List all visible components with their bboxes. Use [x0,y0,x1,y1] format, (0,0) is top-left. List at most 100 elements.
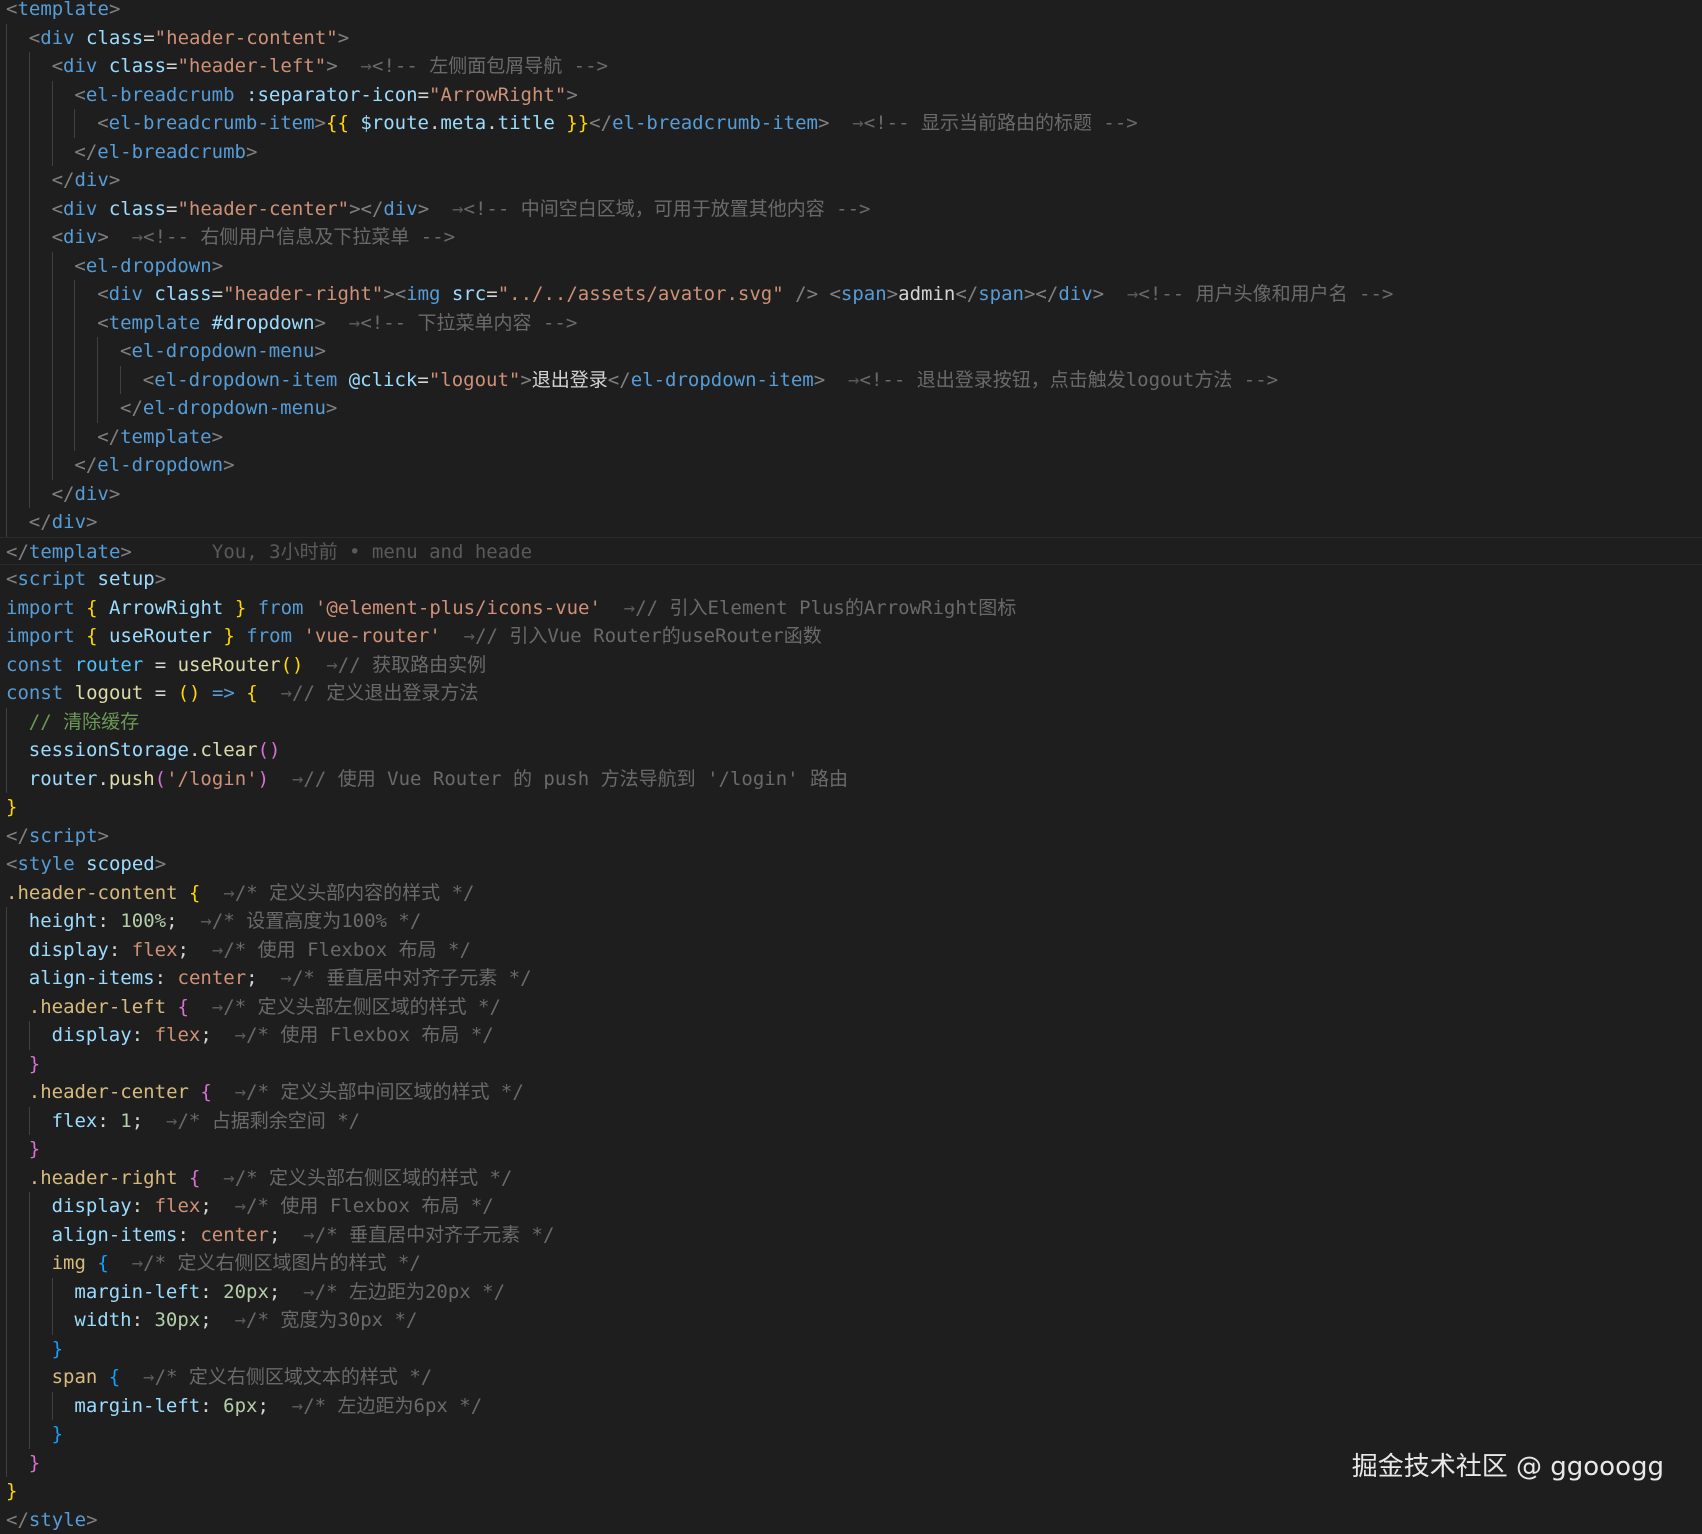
code-token: < [52,198,63,220]
code-token: > [418,198,429,220]
code-line[interactable]: </div> [0,508,1702,537]
code-text: import { ArrowRight } from '@element-plu… [6,594,1016,623]
code-editor[interactable]: <template><div class="header-content"><d… [0,0,1702,1529]
code-token: // 清除缓存 [29,711,139,733]
code-token: <!-- 下拉菜单内容 --> [360,312,577,334]
code-text: <div class="header-right"><img src="../.… [97,280,1393,309]
code-line[interactable]: } [0,1050,1702,1079]
code-line[interactable]: const router = useRouter() →// 获取路由实例 [0,651,1702,680]
indent-guide [29,423,30,452]
code-token: < [97,312,108,334]
code-line[interactable]: .header-center { →/* 定义头部中间区域的样式 */ [0,1078,1702,1107]
code-line[interactable]: .header-content { →/* 定义头部内容的样式 */ [0,879,1702,908]
code-line[interactable]: router.push('/login') →// 使用 Vue Router … [0,765,1702,794]
code-line[interactable]: } [0,1335,1702,1364]
indent-guide [6,1363,7,1392]
code-line[interactable]: span { →/* 定义右侧区域文本的样式 */ [0,1363,1702,1392]
code-line[interactable]: flex: 1; →/* 占据剩余空间 */ [0,1107,1702,1136]
code-line[interactable]: <div class="header-right"><img src="../.… [0,280,1702,309]
code-token: () [258,739,281,761]
code-token: 20px [223,1281,269,1303]
code-token: header-right [235,283,372,305]
code-line[interactable]: </template> You, 3小时前 • menu and heade [0,537,1702,566]
code-line[interactable]: <el-breadcrumb-item>{{ $route.meta.title… [0,109,1702,138]
code-token: { [189,1081,212,1103]
code-line[interactable]: <el-dropdown-menu> [0,337,1702,366]
code-line[interactable]: margin-left: 6px; →/* 左边距为6px */ [0,1392,1702,1421]
code-line[interactable]: <div class="header-content"> [0,24,1702,53]
indent-guide [6,993,7,1022]
code-token: ; [132,1110,143,1132]
tab-arrow-icon: → [200,1167,234,1189]
code-line[interactable]: <template> [0,0,1702,24]
code-token: : [132,1309,155,1331]
code-line[interactable]: </el-breadcrumb> [0,138,1702,167]
code-line[interactable]: } [0,1420,1702,1449]
code-line[interactable]: margin-left: 20px; →/* 左边距为20px */ [0,1278,1702,1307]
code-line[interactable]: <style scoped> [0,850,1702,879]
code-line[interactable]: </div> [0,480,1702,509]
code-token: /* 左边距为6px */ [303,1395,482,1417]
indent-guide [29,1221,30,1250]
code-line[interactable]: <el-dropdown> [0,252,1702,281]
code-token: // 引入Vue Router的useRouter函数 [475,625,822,647]
code-line[interactable]: <div class="header-left"> →<!-- 左侧面包屑导航 … [0,52,1702,81]
code-line[interactable]: <el-breadcrumb :separator-icon="ArrowRig… [0,81,1702,110]
code-line[interactable]: display: flex; →/* 使用 Flexbox 布局 */ [0,1192,1702,1221]
code-line[interactable]: <el-dropdown-item @click="logout">退出登录</… [0,366,1702,395]
code-text: <script setup> [6,565,166,594]
code-token: template [109,312,201,334]
code-line[interactable]: align-items: center; →/* 垂直居中对齐子元素 */ [0,1221,1702,1250]
code-line[interactable]: const logout = () => { →// 定义退出登录方法 [0,679,1702,708]
code-line[interactable]: } [0,793,1702,822]
code-line[interactable]: <script setup> [0,565,1702,594]
code-line[interactable]: align-items: center; →/* 垂直居中对齐子元素 */ [0,964,1702,993]
indent-guide [6,1420,7,1449]
code-token: 30px [154,1309,200,1331]
code-line[interactable]: display: flex; →/* 使用 Flexbox 布局 */ [0,936,1702,965]
code-token: > [109,169,120,191]
code-token: <!-- 左侧面包屑导航 --> [372,55,608,77]
code-line[interactable]: .header-right { →/* 定义头部右侧区域的样式 */ [0,1164,1702,1193]
code-token: const [6,682,63,704]
code-token: style [29,1509,86,1531]
indent-guide [6,1192,7,1221]
code-line[interactable]: width: 30px; →/* 宽度为30px */ [0,1306,1702,1335]
code-line[interactable]: height: 100%; →/* 设置高度为100% */ [0,907,1702,936]
indent-guide [6,166,7,195]
code-line[interactable]: display: flex; →/* 使用 Flexbox 布局 */ [0,1021,1702,1050]
code-line[interactable]: import { ArrowRight } from '@element-plu… [0,594,1702,623]
code-token: >< [383,283,406,305]
code-token: .header-content [6,882,178,904]
code-token: title [498,112,555,134]
code-line[interactable]: sessionStorage.clear() [0,736,1702,765]
code-token: . [189,739,200,761]
code-text: import { useRouter } from 'vue-router' →… [6,622,822,651]
indent-guide [6,195,7,224]
code-line[interactable]: </template> [0,423,1702,452]
code-text: flex: 1; →/* 占据剩余空间 */ [52,1107,361,1136]
code-line[interactable]: import { useRouter } from 'vue-router' →… [0,622,1702,651]
code-line[interactable]: <div class="header-center"></div> →<!-- … [0,195,1702,224]
code-line[interactable]: // 清除缓存 [0,708,1702,737]
code-token: < [6,0,17,20]
code-token: /* 设置高度为100% */ [212,910,421,932]
tab-arrow-icon: → [212,1195,246,1217]
code-line[interactable]: } [0,1135,1702,1164]
code-line[interactable]: </script> [0,822,1702,851]
code-token: { [86,1252,109,1274]
code-line[interactable]: <template #dropdown> →<!-- 下拉菜单内容 --> [0,309,1702,338]
indent-guide [29,280,30,309]
code-line[interactable]: </div> [0,166,1702,195]
code-line[interactable]: img { →/* 定义右侧区域图片的样式 */ [0,1249,1702,1278]
code-token: ( [155,768,166,790]
code-line[interactable]: <div> →<!-- 右侧用户信息及下拉菜单 --> [0,223,1702,252]
code-line[interactable]: </el-dropdown> [0,451,1702,480]
indent-guide [52,109,53,138]
code-token: /* 垂直居中对齐子元素 */ [292,967,532,989]
code-token: const [6,654,63,676]
code-line[interactable]: </style> [0,1506,1702,1534]
code-line[interactable]: </el-dropdown-menu> [0,394,1702,423]
code-line[interactable]: .header-left { →/* 定义头部左侧区域的样式 */ [0,993,1702,1022]
code-token: < [6,568,17,590]
